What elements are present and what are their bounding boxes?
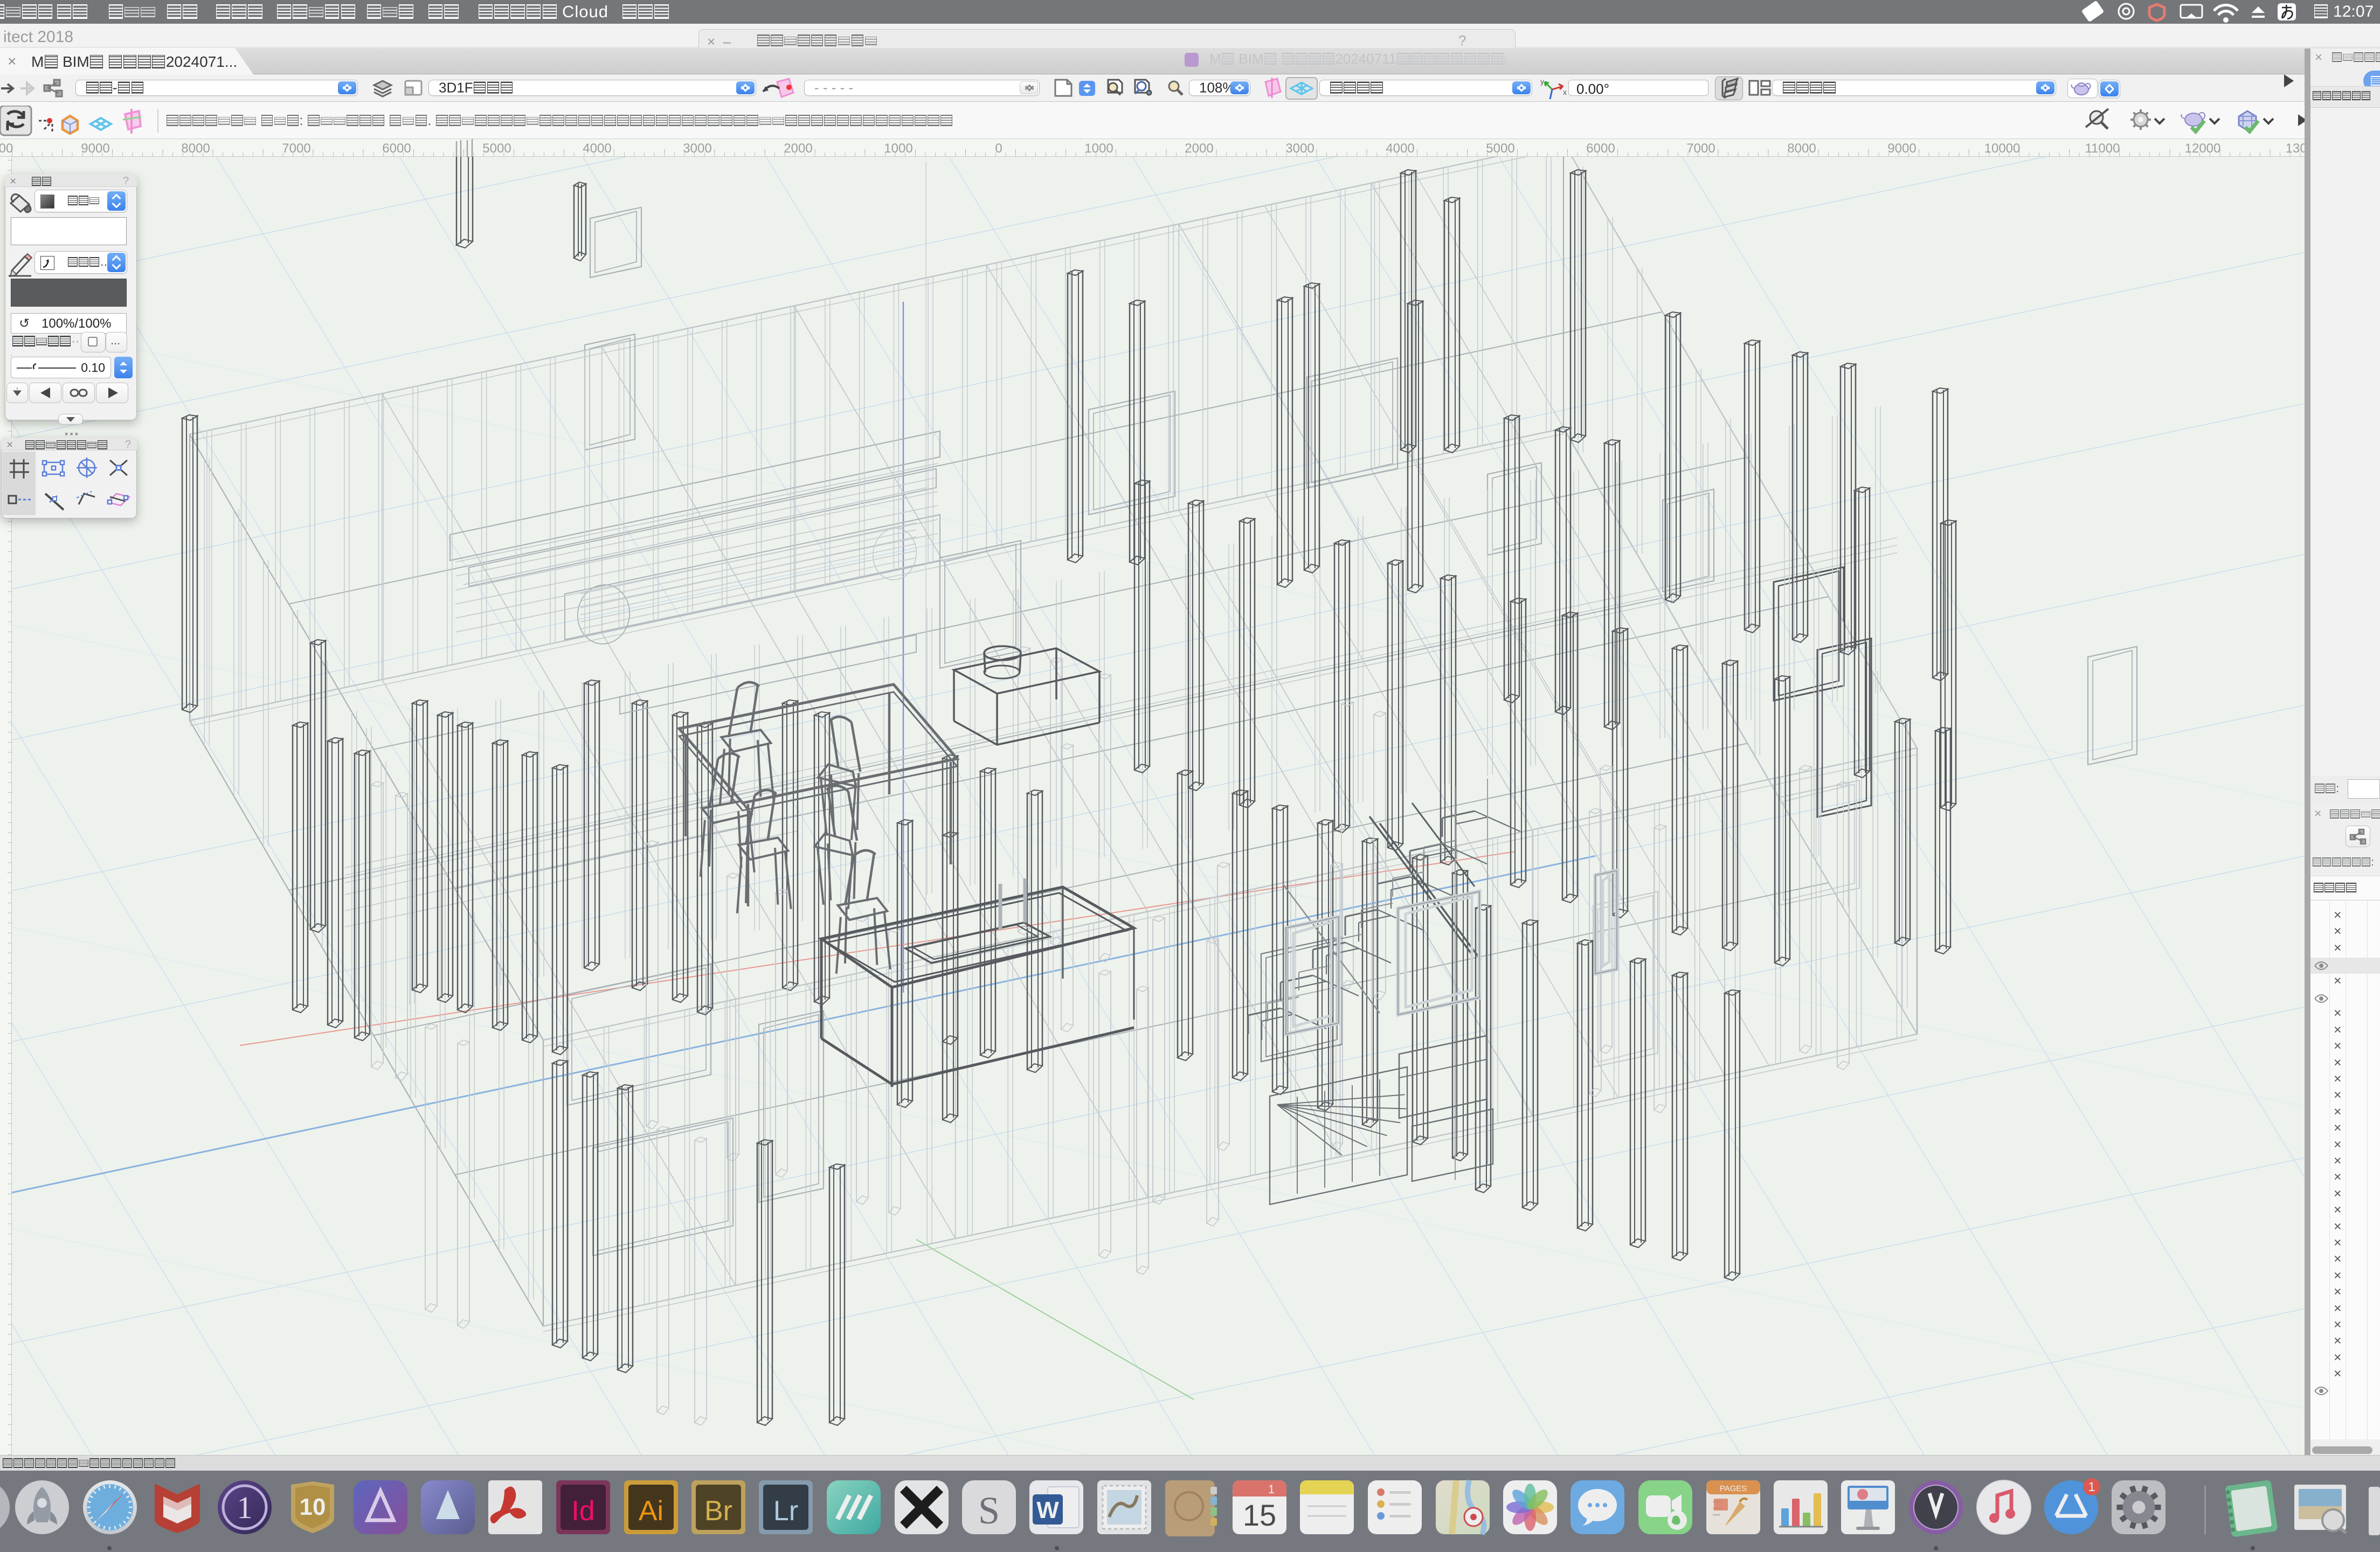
svg-text:Id: Id [571, 1495, 594, 1527]
svg-text:PAGES: PAGES [1720, 1484, 1747, 1493]
svg-text:15: 15 [1243, 1498, 1276, 1532]
svg-text:Br: Br [704, 1495, 732, 1527]
svg-text:10: 10 [300, 1494, 326, 1520]
svg-text:1: 1 [237, 1490, 253, 1525]
svg-text:x: x [1563, 88, 1567, 96]
svg-text:y: y [1540, 77, 1544, 86]
svg-text:Lr: Lr [773, 1495, 798, 1527]
svg-text:Ai: Ai [639, 1495, 663, 1527]
svg-text:S: S [978, 1489, 1000, 1532]
svg-text:1: 1 [2088, 1480, 2095, 1494]
svg-text:1: 1 [1268, 1482, 1275, 1496]
svg-text:W: W [1036, 1497, 1059, 1523]
